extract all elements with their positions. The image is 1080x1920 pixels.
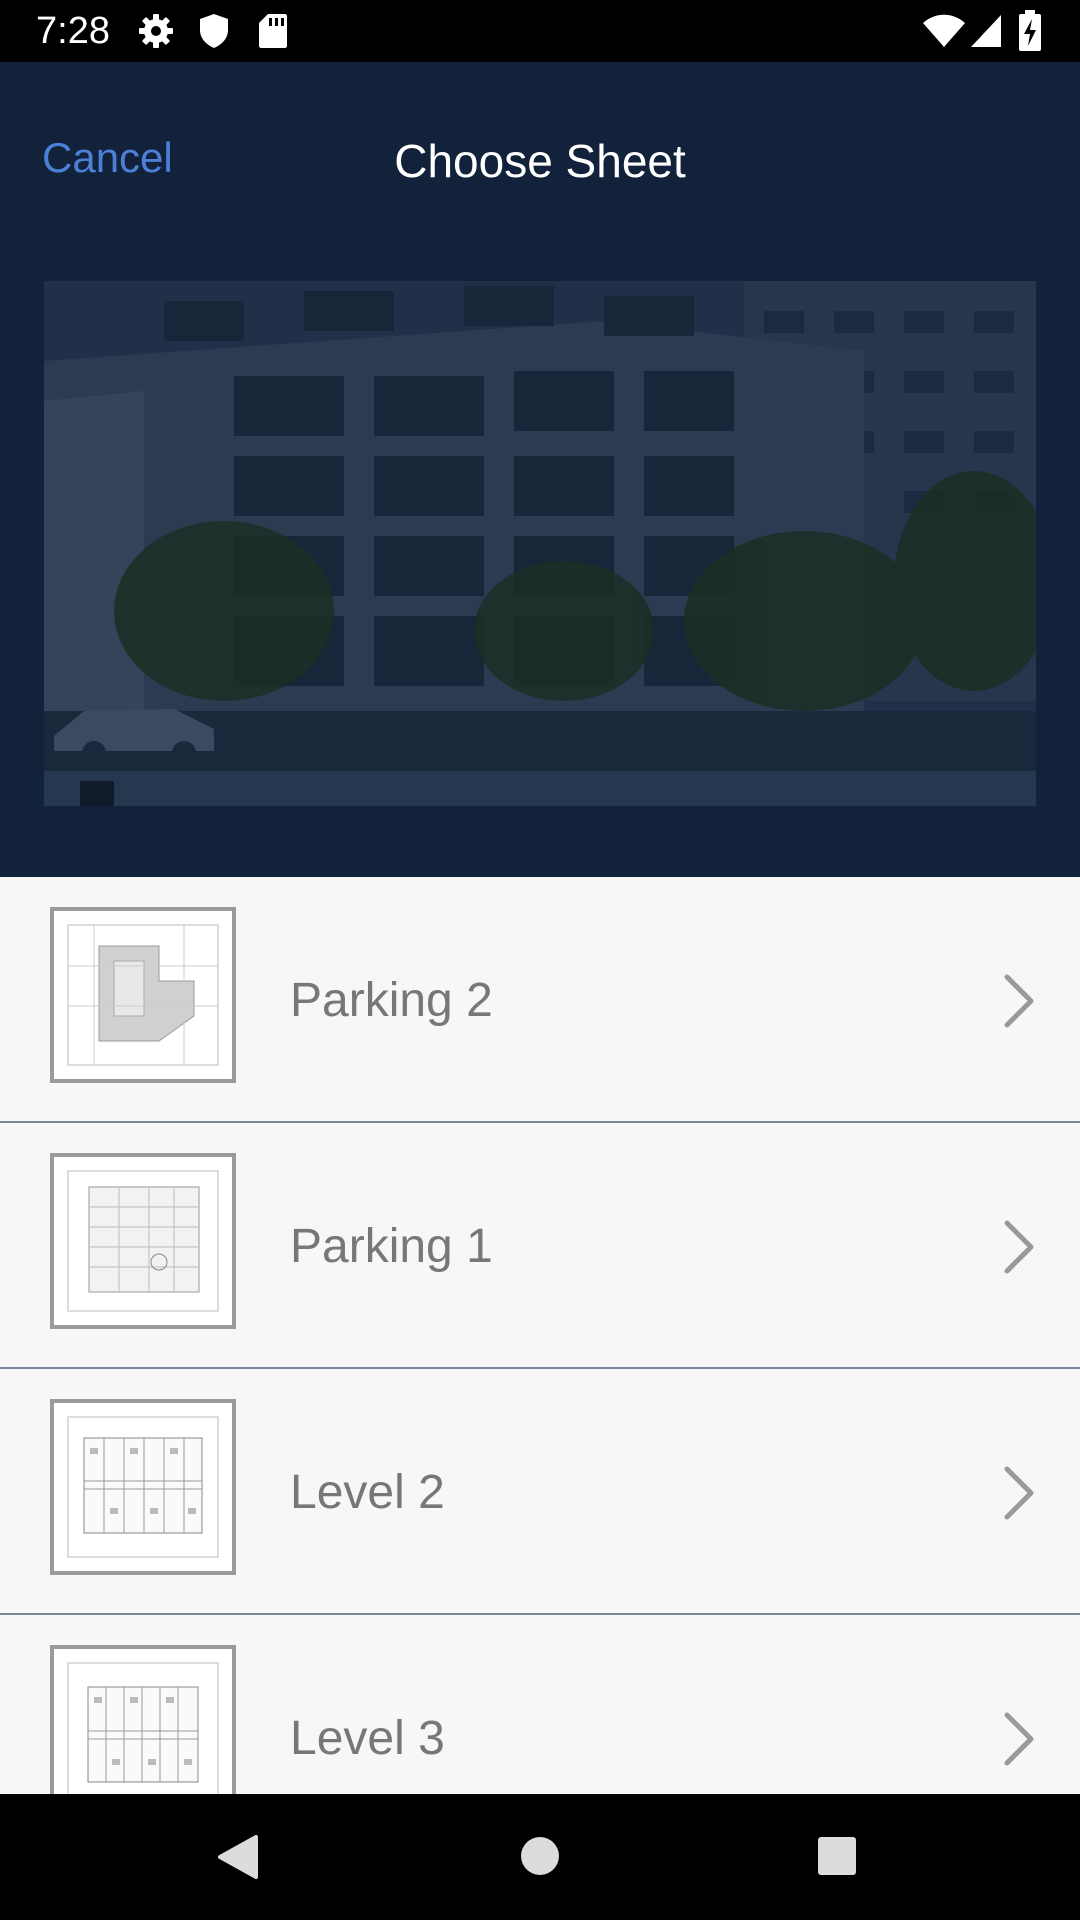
cancel-button[interactable]: Cancel [42,134,173,182]
sheet-row-level-2[interactable]: Level 2 [0,1369,1080,1615]
header: Choose Sheet Cancel [0,62,1080,877]
sheet-row-parking-1[interactable]: Parking 1 [0,1123,1080,1369]
shield-icon [198,13,230,54]
sheet-list: Parking 2 Parking 1 Level 2 Level 3 [0,877,1080,1794]
cell-signal-icon [970,14,1002,53]
sheet-label: Level 2 [290,1466,445,1519]
sheet-row-level-3[interactable]: Level 3 [0,1615,1080,1794]
recents-icon[interactable] [817,1836,857,1876]
status-bar: 7:28 [0,0,1080,62]
project-cover-image [44,281,1036,806]
sheet-row-parking-2[interactable]: Parking 2 [0,877,1080,1123]
chevron-right-icon [1004,1712,1034,1766]
chevron-right-icon [1004,1466,1034,1520]
sheet-thumbnail [50,1399,236,1575]
chevron-right-icon [1004,974,1034,1028]
back-icon[interactable] [216,1834,260,1880]
home-icon[interactable] [520,1836,560,1876]
sheet-thumbnail [50,1153,236,1329]
battery-charging-icon [1018,10,1042,57]
sheet-label: Parking 1 [290,1220,493,1273]
sd-card-icon [258,13,288,54]
status-time: 7:28 [36,10,110,52]
gear-icon [138,13,174,54]
sheet-thumbnail [50,1645,236,1794]
sheet-thumbnail [50,907,236,1083]
chevron-right-icon [1004,1220,1034,1274]
sheet-label: Level 3 [290,1712,445,1765]
navigation-bar [0,1794,1080,1920]
wifi-icon [922,14,966,53]
sheet-label: Parking 2 [290,974,493,1027]
